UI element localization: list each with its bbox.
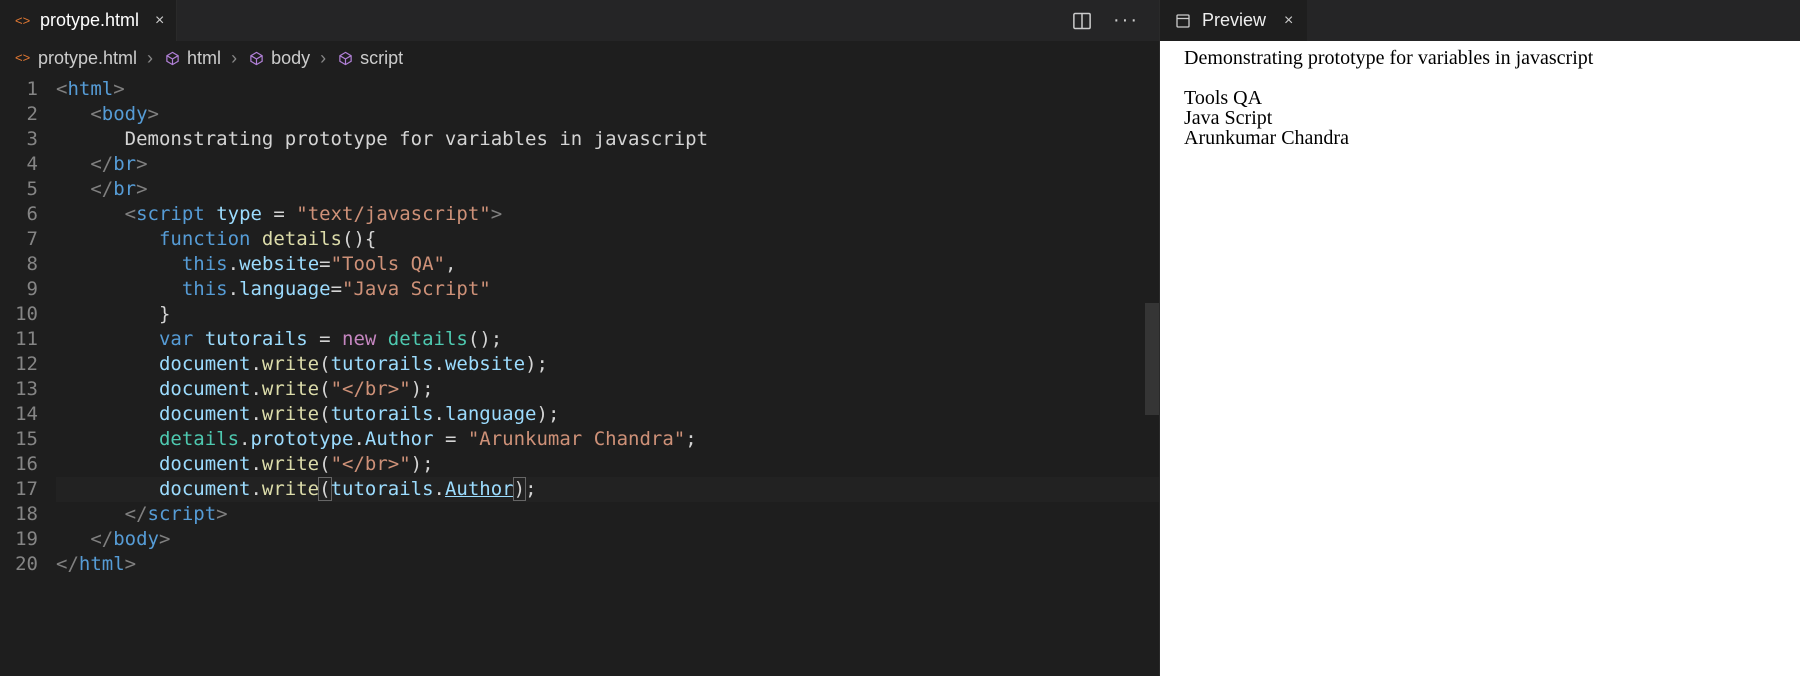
preview-heading: Demonstrating prototype for variables in… — [1184, 48, 1776, 68]
code-line[interactable]: </html> — [56, 552, 1159, 577]
preview-body: Demonstrating prototype for variables in… — [1160, 41, 1800, 676]
more-actions-icon[interactable]: ··· — [1115, 10, 1137, 32]
line-number: 17 — [0, 477, 38, 502]
line-number: 14 — [0, 402, 38, 427]
code-line[interactable]: </br> — [56, 177, 1159, 202]
line-number: 3 — [0, 127, 38, 152]
code-line[interactable]: Demonstrating prototype for variables in… — [56, 127, 1159, 152]
line-number: 1 — [0, 77, 38, 102]
breadcrumb-label: html — [187, 48, 221, 69]
breadcrumb-item[interactable]: body — [247, 48, 310, 69]
line-number: 10 — [0, 302, 38, 327]
preview-tab[interactable]: Preview × — [1160, 0, 1307, 41]
line-number: 8 — [0, 252, 38, 277]
line-number-gutter: 1234567891011121314151617181920 — [0, 75, 56, 676]
code-line[interactable]: } — [56, 302, 1159, 327]
code-line[interactable]: document.write(tutorails.Author); — [56, 477, 1159, 502]
breadcrumb-separator: › — [320, 48, 326, 69]
breadcrumb-item[interactable]: html — [163, 48, 221, 69]
scrollbar-thumb[interactable] — [1145, 303, 1159, 415]
editor-tab-label: protype.html — [40, 10, 139, 31]
preview-row: Tools QA — [1184, 88, 1776, 108]
line-number: 20 — [0, 552, 38, 577]
code-line[interactable]: <body> — [56, 102, 1159, 127]
code-line[interactable]: </br> — [56, 152, 1159, 177]
line-number: 16 — [0, 452, 38, 477]
breadcrumb-separator: › — [147, 48, 153, 69]
editor-tab-actions: ··· — [1071, 0, 1159, 41]
breadcrumb-item[interactable]: <> protype.html — [14, 48, 137, 69]
breadcrumb-label: script — [360, 48, 403, 69]
code-editor[interactable]: 1234567891011121314151617181920 <html> <… — [0, 75, 1159, 676]
code-line[interactable]: var tutorails = new details(); — [56, 327, 1159, 352]
editor-pane: <> protype.html × ··· <> protype.html › htm… — [0, 0, 1160, 676]
preview-row: Arunkumar Chandra — [1184, 128, 1776, 148]
breadcrumb-label: protype.html — [38, 48, 137, 69]
line-number: 6 — [0, 202, 38, 227]
editor-tab-bar: <> protype.html × ··· — [0, 0, 1159, 41]
line-number: 4 — [0, 152, 38, 177]
code-line[interactable]: this.language="Java Script" — [56, 277, 1159, 302]
element-cube-icon — [336, 49, 354, 67]
preview-pane: Preview × Demonstrating prototype for va… — [1160, 0, 1800, 676]
breadcrumb-label: body — [271, 48, 310, 69]
line-number: 2 — [0, 102, 38, 127]
code-line[interactable]: details.prototype.Author = "Arunkumar Ch… — [56, 427, 1159, 452]
split-editor-icon[interactable] — [1071, 10, 1093, 32]
html-file-icon: <> — [14, 49, 32, 67]
line-number: 13 — [0, 377, 38, 402]
line-number: 18 — [0, 502, 38, 527]
breadcrumb: <> protype.html › html › body › script — [0, 41, 1159, 75]
line-number: 7 — [0, 227, 38, 252]
code-line[interactable]: document.write(tutorails.website); — [56, 352, 1159, 377]
svg-text:<>: <> — [15, 50, 30, 65]
preview-row: Java Script — [1184, 108, 1776, 128]
code-lines[interactable]: <html> <body> Demonstrating prototype fo… — [56, 75, 1159, 676]
editor-tab[interactable]: <> protype.html × — [0, 0, 177, 41]
html-file-icon: <> — [14, 12, 32, 30]
code-line[interactable]: function details(){ — [56, 227, 1159, 252]
breadcrumb-item[interactable]: script — [336, 48, 403, 69]
breadcrumb-separator: › — [231, 48, 237, 69]
svg-text:<>: <> — [15, 13, 30, 28]
close-icon[interactable]: × — [1284, 12, 1293, 30]
code-line[interactable]: this.website="Tools QA", — [56, 252, 1159, 277]
preview-tab-bar: Preview × — [1160, 0, 1800, 41]
preview-tab-label: Preview — [1202, 10, 1266, 31]
element-cube-icon — [163, 49, 181, 67]
code-line[interactable]: <html> — [56, 77, 1159, 102]
scrollbar[interactable] — [1145, 75, 1159, 676]
code-line[interactable]: document.write("</br>"); — [56, 377, 1159, 402]
line-number: 12 — [0, 352, 38, 377]
line-number: 15 — [0, 427, 38, 452]
code-line[interactable]: </script> — [56, 502, 1159, 527]
code-line[interactable]: </body> — [56, 527, 1159, 552]
element-cube-icon — [247, 49, 265, 67]
line-number: 9 — [0, 277, 38, 302]
preview-icon — [1174, 12, 1192, 30]
code-line[interactable]: document.write(tutorails.language); — [56, 402, 1159, 427]
code-line[interactable]: document.write("</br>"); — [56, 452, 1159, 477]
line-number: 19 — [0, 527, 38, 552]
line-number: 5 — [0, 177, 38, 202]
code-line[interactable]: <script type = "text/javascript"> — [56, 202, 1159, 227]
line-number: 11 — [0, 327, 38, 352]
close-icon[interactable]: × — [155, 12, 164, 30]
